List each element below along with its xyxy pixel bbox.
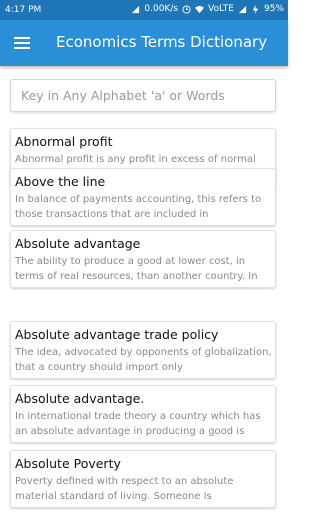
term-title: Absolute advantage. — [15, 391, 145, 406]
signal-icon — [132, 5, 140, 13]
search-input[interactable] — [11, 80, 275, 111]
battery-charging-icon — [252, 4, 259, 14]
term-card[interactable]: Above the line In balance of payments ac… — [10, 168, 276, 226]
term-definition: The idea, advocated by opponents of glob… — [15, 347, 272, 373]
term-card[interactable]: Absolute Poverty Poverty defined with re… — [10, 450, 276, 508]
cellular-signal-icon — [238, 5, 247, 13]
battery-percent: 95% — [263, 4, 284, 14]
term-card[interactable]: Absolute advantage trade policy The idea… — [10, 321, 276, 379]
clock-icon — [182, 4, 191, 14]
term-card[interactable]: Absolute advantage. In international tra… — [10, 385, 276, 443]
term-definition: In balance of payments accounting, this … — [15, 194, 262, 220]
app-bar: Economics Terms Dictionary — [0, 20, 288, 66]
hamburger-menu-icon[interactable] — [10, 31, 34, 55]
term-title: Abnormal profit — [15, 134, 113, 149]
term-definition: The ability to produce a good at lower c… — [15, 256, 258, 282]
term-title: Absolute advantage trade policy — [15, 327, 219, 342]
app-title: Economics Terms Dictionary — [56, 33, 268, 51]
term-definition: Poverty defined with respect to an absol… — [15, 476, 234, 502]
term-definition: In international trade theory a country … — [15, 411, 261, 437]
search-box[interactable] — [10, 79, 276, 112]
status-time: 4:17 PM — [5, 5, 42, 15]
status-bar: 4:17 PM 0.00K/s VoLTE 95% — [0, 0, 288, 20]
term-card[interactable]: Absolute advantage The ability to produc… — [10, 230, 276, 288]
status-icons: 0.00K/s VoLTE 95% — [131, 4, 284, 14]
term-title: Absolute advantage — [15, 236, 141, 251]
term-title: Absolute Poverty — [15, 456, 121, 471]
network-type: VoLTE — [208, 4, 234, 14]
term-title: Above the line — [15, 174, 106, 189]
net-speed: 0.00K/s — [144, 4, 179, 14]
wifi-icon — [195, 5, 205, 13]
